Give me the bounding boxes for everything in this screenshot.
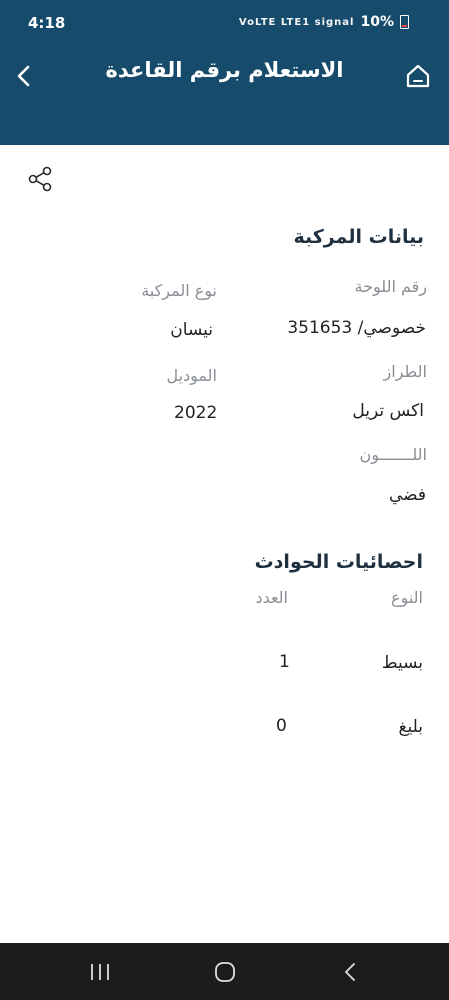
back-icon[interactable] [342, 961, 358, 983]
accident-row-count: 0 [276, 716, 287, 736]
vehicle-section-title: بيانات المركبة [293, 226, 424, 248]
battery-percent: 10% [360, 14, 394, 30]
status-time: 4:18 [28, 14, 66, 32]
home-icon[interactable] [405, 62, 431, 90]
model-year-label: الموديل [166, 366, 217, 385]
home-button-icon[interactable] [214, 961, 236, 983]
model-name-label: الطراز [383, 362, 427, 381]
accident-row-count: 1 [279, 652, 290, 672]
vehicle-type-label: نوع المركبة [141, 281, 217, 300]
accident-row-type: بليغ [398, 717, 423, 737]
recent-apps-icon[interactable] [89, 962, 111, 982]
battery-icon [400, 15, 409, 29]
color-value: فضي [388, 485, 426, 505]
plate-label: رقم اللوحة [354, 277, 427, 296]
color-label: اللـــــــون [359, 445, 427, 464]
share-icon[interactable] [27, 166, 53, 192]
plate-value: خصوصي/ 351653 [287, 318, 426, 338]
model-year-value: 2022 [174, 403, 218, 423]
page-title: الاستعلام برقم القاعدة [105, 58, 344, 82]
status-bar: 4:18 VoLTE LTE1 signal 10% [0, 0, 449, 38]
accidents-section-title: احصائيات الحوادث [254, 551, 423, 573]
chevron-left-icon[interactable] [12, 62, 36, 90]
signal-icons: VoLTE LTE1 signal [238, 16, 355, 28]
accidents-col-type: النوع [391, 588, 423, 607]
app-header: الاستعلام برقم القاعدة [0, 38, 449, 145]
accidents-col-count: العدد [255, 588, 288, 607]
system-nav-bar [0, 943, 449, 1000]
model-name-value: اكس تريل [352, 401, 424, 421]
status-indicators: VoLTE LTE1 signal 10% [239, 14, 409, 30]
vehicle-type-value: نيسان [170, 320, 213, 340]
accident-row-type: بسيط [381, 653, 423, 673]
